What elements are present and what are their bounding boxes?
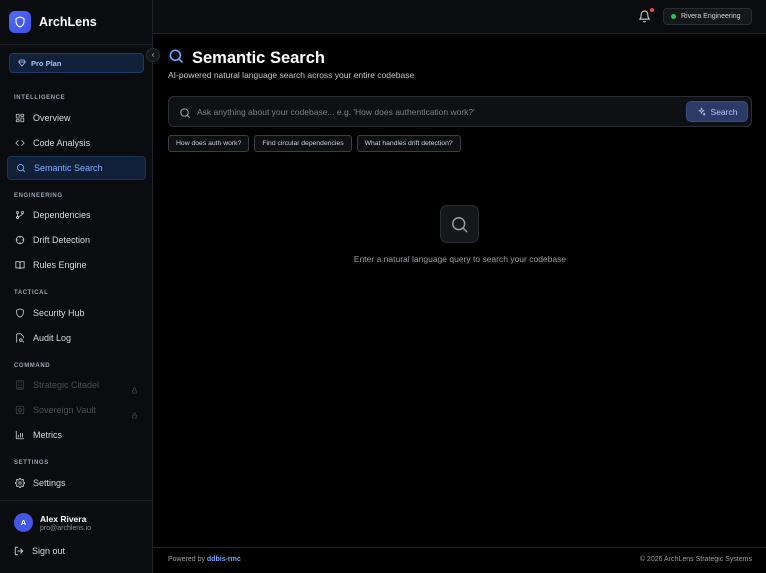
sidebar-item-audit-log[interactable]: Audit Log (7, 326, 146, 350)
powered-by-link[interactable]: ddbis-rmc (207, 556, 241, 563)
sidebar-item-label: Rules Engine (33, 260, 87, 270)
search-icon (168, 48, 184, 69)
user-name: Alex Rivera (40, 513, 87, 524)
user-email: pro@archlens.io (40, 524, 92, 532)
building-icon (15, 380, 25, 390)
sidebar-item-code-analysis[interactable]: Code Analysis (7, 131, 146, 155)
bar-chart-icon (15, 430, 25, 440)
search-button[interactable]: Search (686, 101, 748, 122)
sidebar-item-settings[interactable]: Settings (7, 471, 146, 495)
section-title: ENGINEERING (14, 193, 63, 199)
shield-icon (9, 11, 31, 33)
search-box: Search (168, 96, 752, 127)
crosshair-icon (15, 235, 25, 245)
sidebar-item-label: Dependencies (33, 210, 91, 220)
section-title: TACTICAL (14, 290, 49, 296)
divider (153, 547, 766, 548)
powered-by: Powered by ddbis-rmc (168, 556, 241, 563)
sidebar-item-label: Overview (33, 113, 71, 123)
vault-icon (15, 405, 25, 415)
org-name: Rivera Engineering (681, 13, 741, 20)
search-icon (16, 163, 26, 173)
file-search-icon (15, 333, 25, 343)
org-switcher[interactable]: Rivera Engineering (663, 8, 752, 25)
sidebar-item-label: Strategic Citadel (33, 380, 100, 390)
search-icon (440, 205, 479, 243)
sidebar-item-overview[interactable]: Overview (7, 106, 146, 130)
sidebar-item-dependencies[interactable]: Dependencies (7, 203, 146, 227)
sparkles-icon (697, 103, 706, 121)
suggestion-chips: How does auth work? Find circular depend… (168, 135, 461, 152)
suggestion-chip[interactable]: How does auth work? (168, 135, 250, 152)
lock-icon (131, 381, 138, 399)
sidebar-item-security-hub[interactable]: Security Hub (7, 301, 146, 325)
sidebar-item-label: Security Hub (33, 308, 85, 318)
section-title: SETTINGS (14, 460, 49, 466)
divider (0, 500, 152, 501)
avatar: A (14, 513, 33, 532)
sidebar-item-label: Drift Detection (33, 235, 91, 245)
section-title: INTELLIGENCE (14, 95, 66, 101)
sidebar-item-strategic-citadel: Strategic Citadel (7, 373, 146, 397)
code-icon (15, 138, 25, 148)
divider (0, 44, 152, 45)
top-bar: Rivera Engineering (153, 0, 766, 34)
sidebar-item-label: Semantic Search (34, 163, 103, 173)
sidebar-item-label: Code Analysis (33, 138, 91, 148)
shield-icon (15, 308, 25, 318)
sign-out-label: Sign out (32, 546, 66, 556)
sidebar-item-label: Audit Log (33, 333, 72, 343)
diamond-icon (18, 54, 26, 72)
search-button-label: Search (710, 106, 738, 117)
sidebar-collapse-button[interactable] (146, 48, 160, 62)
powered-by-prefix: Powered by (168, 556, 205, 563)
empty-state-text: Enter a natural language query to search… (353, 254, 567, 264)
sidebar: ArchLens Pro Plan INTELLIGENCE Overview Co… (0, 0, 153, 573)
user-profile[interactable]: A Alex Rivera pro@archlens.io (14, 513, 91, 532)
section-title: COMMAND (14, 363, 51, 369)
sidebar-item-drift-detection[interactable]: Drift Detection (7, 228, 146, 252)
brand[interactable]: ArchLens (9, 11, 97, 33)
suggestion-chip[interactable]: Find circular dependencies (254, 135, 352, 152)
book-icon (15, 260, 25, 270)
sidebar-item-label: Metrics (33, 430, 62, 440)
grid-icon (15, 113, 25, 123)
sign-out-button[interactable]: Sign out (14, 546, 65, 556)
logout-icon (14, 546, 24, 556)
app-name: ArchLens (39, 15, 97, 29)
sidebar-item-label: Settings (33, 478, 66, 488)
sidebar-item-sovereign-vault: Sovereign Vault (7, 398, 146, 422)
plan-label: Pro Plan (31, 58, 62, 68)
page-subtitle: AI-powered natural language search acros… (168, 70, 415, 80)
sidebar-item-metrics[interactable]: Metrics (7, 423, 146, 447)
status-dot (671, 14, 676, 19)
search-icon (179, 106, 191, 124)
plan-badge[interactable]: Pro Plan (9, 53, 144, 73)
bell-icon[interactable] (638, 10, 652, 24)
copyright: © 2026 ArchLens Strategic Systems (639, 556, 752, 563)
notification-dot (650, 8, 654, 12)
page-header: Semantic Search (168, 48, 325, 69)
sidebar-item-label: Sovereign Vault (33, 405, 96, 415)
sidebar-item-rules-engine[interactable]: Rules Engine (7, 253, 146, 277)
suggestion-chip[interactable]: What handles drift detection? (356, 135, 461, 152)
search-input[interactable] (197, 105, 667, 119)
page-title: Semantic Search (192, 49, 325, 67)
gear-icon (15, 478, 25, 488)
git-branch-icon (15, 210, 25, 220)
sidebar-item-semantic-search[interactable]: Semantic Search (7, 156, 146, 180)
lock-icon (131, 406, 138, 424)
